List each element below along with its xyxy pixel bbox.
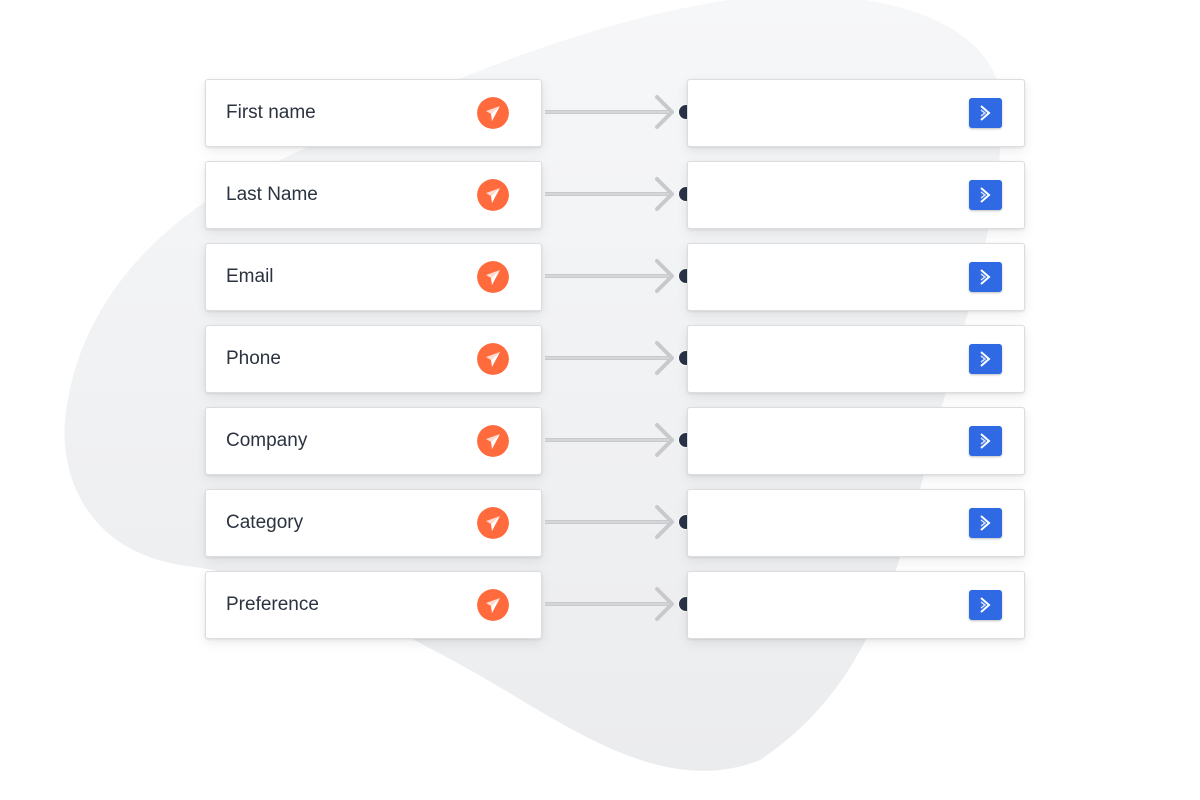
source-field[interactable]: Preference [205, 571, 542, 639]
mapping-arrow [545, 259, 674, 293]
paper-plane-icon [477, 97, 509, 129]
paper-plane-icon [477, 179, 509, 211]
target-field[interactable] [687, 407, 1025, 475]
mapping-row: Last Name [0, 161, 1200, 229]
source-field[interactable]: Category [205, 489, 542, 557]
mapping-arrow [545, 95, 674, 129]
source-field[interactable]: Phone [205, 325, 542, 393]
mapping-arrow [545, 423, 674, 457]
chevron-right-icon[interactable] [969, 426, 1002, 456]
source-field-label: Email [226, 266, 274, 287]
paper-plane-icon [477, 343, 509, 375]
source-field[interactable]: First name [205, 79, 542, 147]
source-field[interactable]: Last Name [205, 161, 542, 229]
chevron-right-icon[interactable] [969, 262, 1002, 292]
mapping-arrow [545, 505, 674, 539]
chevron-right-icon[interactable] [969, 98, 1002, 128]
target-field[interactable] [687, 243, 1025, 311]
paper-plane-icon [477, 261, 509, 293]
source-field-label: Last Name [226, 184, 318, 205]
target-field[interactable] [687, 489, 1025, 557]
mapping-arrow [545, 341, 674, 375]
chevron-right-icon[interactable] [969, 344, 1002, 374]
source-field-label: Category [226, 512, 304, 533]
source-field-label: Phone [226, 348, 281, 369]
chevron-right-icon[interactable] [969, 180, 1002, 210]
target-field[interactable] [687, 79, 1025, 147]
target-field[interactable] [687, 571, 1025, 639]
mapping-row: Category [0, 489, 1200, 557]
source-field-label: Company [226, 430, 308, 451]
paper-plane-icon [477, 589, 509, 621]
mapping-row: Company [0, 407, 1200, 475]
mapping-arrow [545, 587, 674, 621]
mapping-arrow [545, 177, 674, 211]
target-field[interactable] [687, 325, 1025, 393]
paper-plane-icon [477, 507, 509, 539]
paper-plane-icon [477, 425, 509, 457]
mapping-row: First name [0, 79, 1200, 147]
mapping-row: Phone [0, 325, 1200, 393]
target-field[interactable] [687, 161, 1025, 229]
source-field-label: First name [226, 102, 316, 123]
source-field[interactable]: Company [205, 407, 542, 475]
source-field-label: Preference [226, 594, 319, 615]
source-field[interactable]: Email [205, 243, 542, 311]
mapping-row: Email [0, 243, 1200, 311]
mapping-row: Preference [0, 571, 1200, 639]
chevron-right-icon[interactable] [969, 508, 1002, 538]
chevron-right-icon[interactable] [969, 590, 1002, 620]
